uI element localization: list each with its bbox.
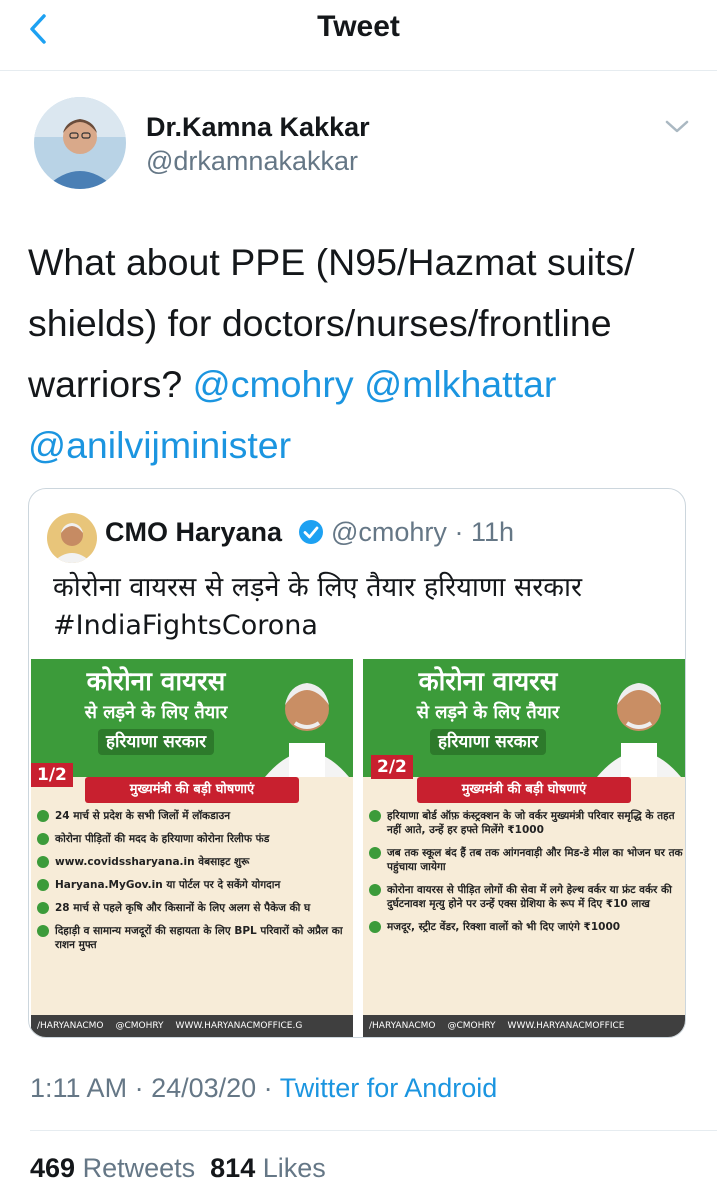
poster-subtitle: मुख्यमंत्री की बड़ी घोषणाएं [85, 777, 299, 803]
meta-separator: · [454, 517, 464, 547]
quoted-meta: @cmohry · 11h [331, 517, 514, 548]
retweets-count: 469 [30, 1153, 76, 1183]
quoted-author-name: CMO Haryana [105, 517, 283, 547]
poster-announcement-list: 24 मार्च से प्रदेश के सभी जिलों में लॉकड… [37, 809, 353, 961]
retweets-label: Retweets [82, 1153, 196, 1183]
author-name[interactable]: Dr.Kamna Kakkar [146, 112, 370, 143]
poster-title-line: से लड़ने के लिए तैयार [84, 702, 228, 723]
author-handle[interactable]: @drkamnakakkar [146, 146, 358, 177]
poster-footer: /HARYANACMO @CMOHRY WWW.HARYANACMOFFICE [363, 1015, 685, 1037]
tweet-date: 24/03/20 [151, 1073, 257, 1103]
mention-link[interactable]: @anilvijminister [28, 424, 291, 466]
quoted-author-avatar [47, 513, 97, 563]
author-avatar[interactable] [34, 97, 126, 189]
poster-footer: /HARYANACMO @CMOHRY WWW.HARYANACMOFFICE.G [31, 1015, 353, 1037]
tweet-time: 1:11 AM [30, 1073, 128, 1103]
chevron-down-icon[interactable] [664, 116, 690, 136]
footer-twitter: @CMOHRY [115, 1021, 164, 1031]
mention-link[interactable]: @cmohry [193, 363, 354, 405]
announcement-item: Haryana.MyGov.in या पोर्टल पर दे सकेंगे … [37, 878, 353, 892]
retweets-stat[interactable]: 469 Retweets [30, 1153, 195, 1183]
poster-title-line: कोरोना वायरस [86, 667, 226, 697]
footer-facebook: /HARYANACMO [369, 1021, 436, 1031]
announcement-item: www.covidssharyana.in वेबसाइट शुरू [37, 855, 353, 869]
chief-minister-photo [597, 683, 681, 777]
tweet-text: What about PPE (N95/Hazmat suits/ shield… [28, 232, 693, 476]
likes-label: Likes [262, 1153, 326, 1183]
likes-count: 814 [210, 1153, 256, 1183]
poster-title: कोरोना वायरस से लड़ने के लिए तैयार हरिया… [41, 665, 271, 755]
verified-badge-icon [299, 520, 323, 544]
footer-twitter: @CMOHRY [447, 1021, 496, 1031]
announcement-item: मजदूर, स्ट्रीट वेंडर, रिक्शा वालों को भी… [369, 920, 685, 934]
quoted-author-handle: @cmohry [331, 517, 447, 547]
footer-website: WWW.HARYANACMOFFICE.G [175, 1021, 303, 1031]
announcement-item: हरियाणा बोर्ड ऑफ़ कंस्ट्रक्शन के जो वर्क… [369, 809, 685, 837]
poster-page-number: 2/2 [371, 755, 413, 779]
footer-website: WWW.HARYANACMOFFICE [507, 1021, 625, 1031]
hashtag-link: #IndiaFightsCorona [53, 610, 318, 641]
announcement-item: कोरोना पीड़ितों की मदद के हरियाणा कोरोना… [37, 832, 353, 846]
quoted-text: कोरोना वायरस से लड़ने के लिए तैयार हरिया… [53, 569, 673, 645]
meta-separator: · [256, 1073, 280, 1103]
mention-link[interactable]: @mlkhattar [364, 363, 556, 405]
poster-page-number: 1/2 [31, 763, 73, 787]
poster-subtitle: मुख्यमंत्री की बड़ी घोषणाएं [417, 777, 631, 803]
chief-minister-photo [265, 683, 349, 777]
announcement-item: कोरोना वायरस से पीड़ित लोगों की सेवा में… [369, 883, 685, 911]
announcement-item: 28 मार्च से पहले कृषि और किसानों के लिए … [37, 901, 353, 915]
poster-image-1[interactable]: कोरोना वायरस से लड़ने के लिए तैयार हरिया… [31, 659, 353, 1037]
poster-title-line: से लड़ने के लिए तैयार [416, 702, 560, 723]
poster-announcement-list: हरियाणा बोर्ड ऑफ़ कंस्ट्रक्शन के जो वर्क… [369, 809, 685, 943]
likes-stat[interactable]: 814 Likes [210, 1153, 326, 1183]
quoted-tweet-card[interactable]: CMO Haryana @cmohry · 11h कोरोना वायरस स… [28, 488, 686, 1038]
poster-title-line: हरियाणा सरकार [97, 729, 215, 755]
page-title: Tweet [317, 10, 400, 43]
meta-separator: · [127, 1073, 152, 1103]
announcement-item: 24 मार्च से प्रदेश के सभी जिलों में लॉकड… [37, 809, 353, 823]
tweet-stats: 469 Retweets 814 Likes [30, 1153, 326, 1184]
announcement-item: जब तक स्कूल बंद हैं तब तक आंगनवाड़ी और म… [369, 846, 685, 874]
footer-facebook: /HARYANACMO [37, 1021, 104, 1031]
poster-image-2[interactable]: कोरोना वायरस से लड़ने के लिए तैयार हरिया… [363, 659, 685, 1037]
poster-title: कोरोना वायरस से लड़ने के लिए तैयार हरिया… [373, 665, 603, 755]
top-nav-bar: Tweet [0, 0, 717, 71]
announcement-item: दिहाड़ी व सामान्य मजदूरों की सहायता के ल… [37, 924, 353, 952]
tweet-source-link[interactable]: Twitter for Android [280, 1073, 498, 1103]
divider [30, 1130, 717, 1131]
quoted-time: 11h [470, 517, 515, 547]
poster-title-line: हरियाणा सरकार [429, 729, 547, 755]
tweet-timestamp: 1:11 AM · 24/03/20 · Twitter for Android [30, 1073, 497, 1104]
poster-title-line: कोरोना वायरस [418, 667, 558, 697]
quoted-text-line: कोरोना वायरस से लड़ने के लिए तैयार हरिया… [53, 572, 583, 603]
